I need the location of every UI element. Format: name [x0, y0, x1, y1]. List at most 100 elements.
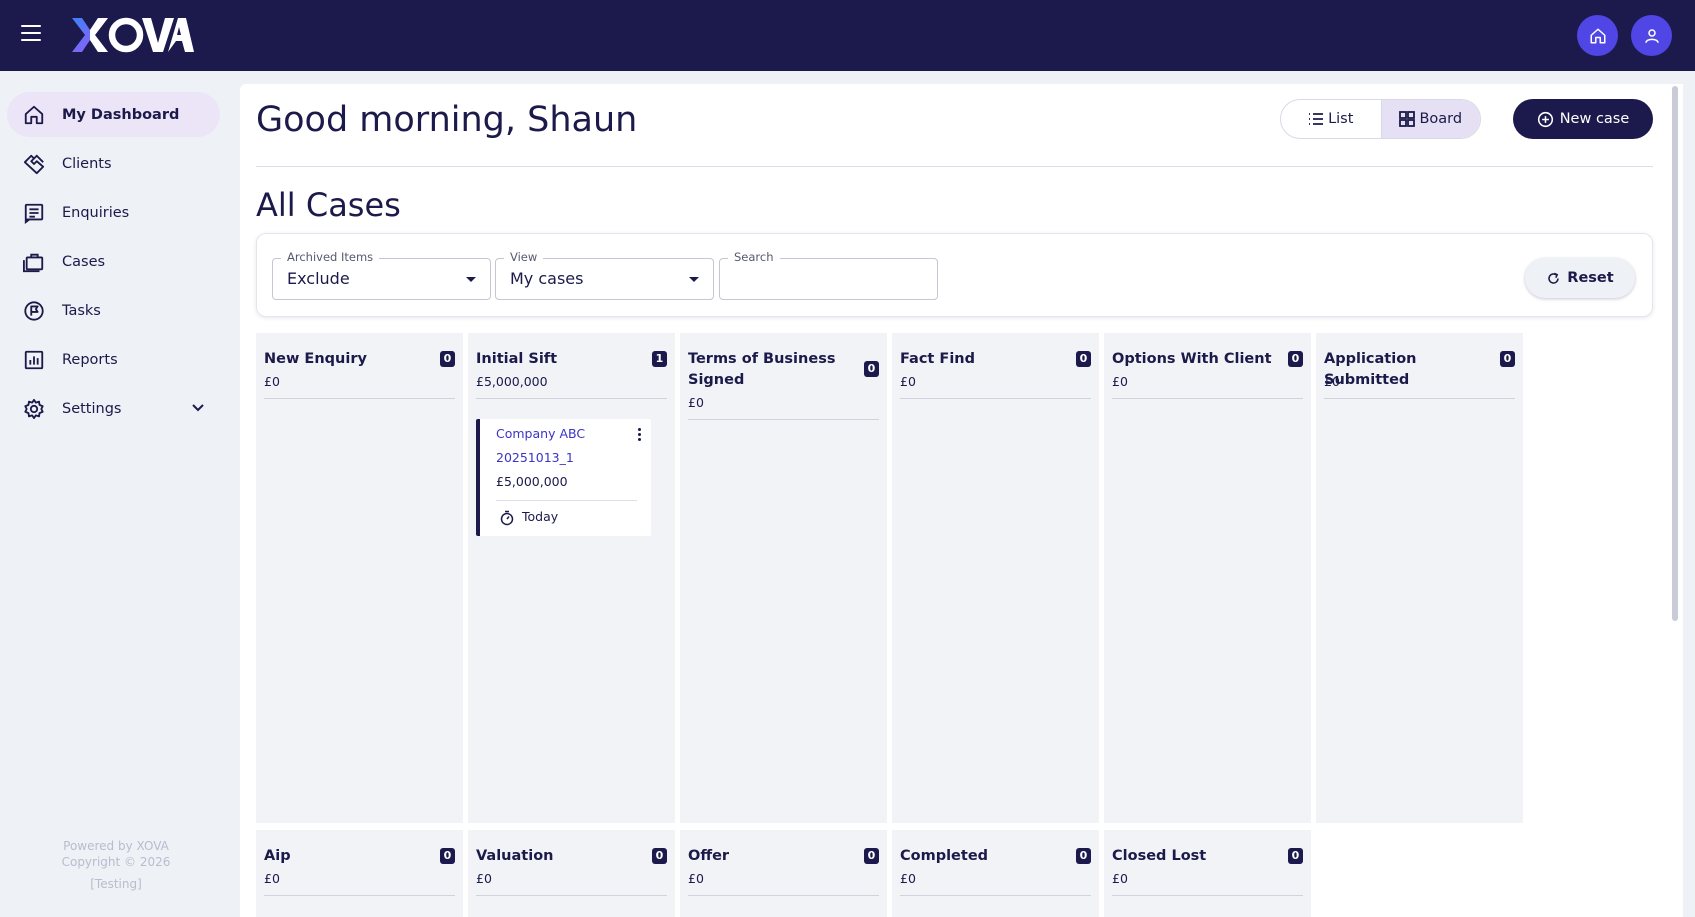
more-options-icon[interactable]: [638, 428, 642, 442]
reports-icon: [24, 350, 44, 370]
column-total: £0: [688, 395, 704, 410]
column-total: £5,000,000: [476, 374, 548, 389]
divider: [256, 166, 1653, 167]
sidebar-item-reports[interactable]: Reports: [7, 337, 220, 382]
case-reference-link[interactable]: 20251013_1: [496, 450, 574, 465]
sidebar: My Dashboard Clients Enquiries Cases Tas…: [0, 71, 232, 917]
powered-by: Powered by XOVA: [63, 839, 169, 853]
tasks-icon: [24, 301, 44, 321]
view-label: View: [504, 250, 544, 264]
home-button[interactable]: [1577, 15, 1618, 56]
page-title: Good morning, Shaun: [256, 100, 638, 140]
column-total: £0: [900, 871, 916, 886]
column-title: Terms of Business Signed: [688, 351, 836, 388]
column-total: £0: [264, 374, 280, 389]
column-title: Closed Lost: [1112, 848, 1207, 864]
sidebar-item-enquiries[interactable]: Enquiries: [7, 190, 220, 235]
search-input[interactable]: [721, 260, 936, 298]
reset-label: Reset: [1567, 270, 1614, 286]
sidebar-item-tasks[interactable]: Tasks: [7, 288, 220, 333]
caret-down-icon: [466, 277, 476, 282]
list-view-button[interactable]: List: [1281, 100, 1381, 138]
archived-items-select[interactable]: Archived Items Exclude: [272, 250, 491, 300]
board-column-terms-of-business-signed: Terms of Business Signed 0 £0: [680, 333, 887, 823]
view-select[interactable]: View My cases: [495, 250, 714, 300]
board-column-fact-find: Fact Find 0 £0: [892, 333, 1099, 823]
board-column-closed-lost: Closed Lost 0 £0: [1104, 830, 1311, 917]
column-divider: [688, 419, 879, 420]
case-card[interactable]: Company ABC 20251013_1 £5,000,000 Today: [476, 419, 651, 536]
refresh-icon: [1548, 272, 1560, 284]
board-column-offer: Offer 0 £0: [680, 830, 887, 917]
list-icon: [1309, 113, 1324, 125]
hamburger-icon[interactable]: [21, 25, 41, 43]
column-total: £0: [1324, 374, 1340, 389]
column-divider: [900, 398, 1091, 399]
environment-label: [Testing]: [90, 877, 142, 891]
scrollbar[interactable]: [1672, 86, 1678, 621]
reset-button[interactable]: Reset: [1525, 258, 1635, 298]
column-count-badge: 0: [864, 361, 879, 377]
profile-button[interactable]: [1631, 15, 1672, 56]
column-total: £0: [264, 871, 280, 886]
sidebar-item-my-dashboard[interactable]: My Dashboard: [7, 92, 220, 137]
board-icon: [1399, 111, 1416, 127]
sidebar-item-label: Clients: [62, 155, 112, 172]
board-column-initial-sift: Initial Sift 1 £5,000,000: [468, 333, 675, 823]
column-title: Aip: [264, 848, 291, 864]
column-total: £0: [688, 871, 704, 886]
column-divider: [476, 895, 667, 896]
board-column-valuation: Valuation 0 £0: [468, 830, 675, 917]
sidebar-item-label: Tasks: [62, 302, 101, 319]
column-count-badge: 0: [864, 848, 879, 864]
column-count-badge: 0: [652, 848, 667, 864]
column-divider: [264, 895, 455, 896]
column-divider: [900, 895, 1091, 896]
board-column-completed: Completed 0 £0: [892, 830, 1099, 917]
board-view-button[interactable]: Board: [1380, 100, 1480, 138]
plus-circle-icon: [1537, 111, 1553, 127]
sidebar-item-clients[interactable]: Clients: [7, 141, 220, 186]
board-column-options-with-client: Options With Client 0 £0: [1104, 333, 1311, 823]
column-title: Completed: [900, 848, 989, 864]
column-title: Initial Sift: [476, 351, 558, 367]
column-title: Offer: [688, 848, 730, 864]
column-total: £0: [476, 871, 492, 886]
sidebar-item-settings[interactable]: Settings: [7, 386, 220, 431]
board-column-application-submitted: Application Submitted 0 £0: [1316, 333, 1523, 823]
column-count-badge: 0: [1076, 351, 1091, 367]
stopwatch-icon: [500, 510, 514, 526]
section-title: All Cases: [256, 186, 401, 224]
caret-down-icon: [689, 277, 699, 282]
case-company-link[interactable]: Company ABC: [496, 426, 585, 441]
board-column-new-enquiry: New Enquiry 0 £0: [256, 333, 463, 823]
sidebar-item-label: Reports: [62, 351, 118, 368]
column-count-badge: 0: [1288, 848, 1303, 864]
sidebar-item-cases[interactable]: Cases: [7, 239, 220, 284]
gear-icon: [24, 398, 44, 420]
column-count-badge: 0: [440, 351, 455, 367]
column-title: Options With Client: [1112, 351, 1272, 367]
briefcase-icon: [23, 253, 44, 273]
column-title: Application Submitted: [1324, 351, 1417, 388]
column-count-badge: 0: [1500, 351, 1515, 367]
column-divider: [1112, 895, 1303, 896]
sidebar-item-label: Cases: [62, 253, 106, 270]
column-title: Valuation: [476, 848, 554, 864]
search-label: Search: [728, 250, 780, 264]
sidebar-item-label: My Dashboard: [62, 106, 180, 123]
column-title: Fact Find: [900, 351, 975, 367]
column-total: £0: [900, 374, 916, 389]
xova-logo-icon: [72, 17, 194, 53]
new-case-button[interactable]: New case: [1513, 99, 1653, 139]
column-title: New Enquiry: [264, 351, 367, 367]
logo[interactable]: [70, 14, 194, 56]
column-count-badge: 1: [652, 351, 667, 367]
column-total: £0: [1112, 374, 1128, 389]
board-view-label: Board: [1419, 111, 1463, 127]
copyright: Copyright © 2026: [61, 855, 171, 869]
view-value: My cases: [510, 269, 584, 288]
column-count-badge: 0: [440, 848, 455, 864]
view-toggle: List Board: [1280, 99, 1481, 139]
column-count-badge: 0: [1288, 351, 1303, 367]
